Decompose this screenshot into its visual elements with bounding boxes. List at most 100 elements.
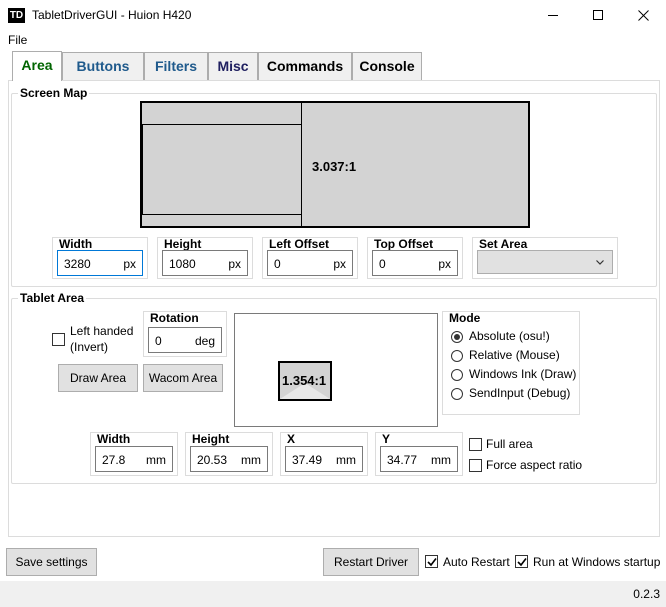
chevron-down-icon xyxy=(596,260,604,265)
screen-width-label: Width xyxy=(59,237,93,251)
tablet-height-unit: mm xyxy=(241,453,261,467)
tablet-x-input[interactable]: 37.49 mm xyxy=(285,446,363,472)
rotation-value: 0 xyxy=(155,334,162,348)
tablet-width-field: Width 27.8 mm xyxy=(90,432,178,476)
mode-title: Mode xyxy=(449,311,481,325)
restart-driver-button[interactable]: Restart Driver xyxy=(323,548,419,576)
save-settings-button[interactable]: Save settings xyxy=(6,548,97,576)
minimize-button[interactable] xyxy=(530,0,576,31)
screen-height-label: Height xyxy=(164,237,202,251)
rotation-input[interactable]: 0 deg xyxy=(148,327,222,353)
rotation-label: Rotation xyxy=(150,311,199,325)
tablet-y-value: 34.77 xyxy=(387,453,418,467)
left-offset-input[interactable]: 0 px xyxy=(267,250,353,276)
rotation-field: Rotation 0 deg xyxy=(143,311,227,357)
tablet-map-ratio: 1.354:1 xyxy=(282,373,327,388)
set-area-label: Set Area xyxy=(479,237,528,251)
tablet-x-field: X 37.49 mm xyxy=(280,432,368,476)
screen-height-value: 1080 xyxy=(169,257,196,271)
tablet-width-label: Width xyxy=(97,432,131,446)
tablet-x-value: 37.49 xyxy=(292,453,323,467)
maximize-button[interactable] xyxy=(575,0,621,31)
tab-filters[interactable]: Filters xyxy=(144,52,208,81)
left-offset-value: 0 xyxy=(274,257,281,271)
tablet-y-field: Y 34.77 mm xyxy=(375,432,463,476)
tablet-map-area[interactable]: 1.354:1 xyxy=(234,313,438,427)
tablet-x-label: X xyxy=(287,432,296,446)
checkmark-icon xyxy=(517,558,527,567)
mode-radio-relative[interactable] xyxy=(451,350,463,362)
left-offset-label: Left Offset xyxy=(269,237,329,251)
tablet-y-input[interactable]: 34.77 mm xyxy=(380,446,458,472)
save-settings-label: Save settings xyxy=(15,555,88,569)
menu-bar: File xyxy=(0,31,666,51)
left-handed-label-line2: (Invert) xyxy=(70,340,109,354)
tablet-map-region: 1.354:1 xyxy=(278,361,332,401)
screen-map-ratio: 3.037:1 xyxy=(312,159,357,174)
tablet-width-unit: mm xyxy=(146,453,166,467)
top-offset-input[interactable]: 0 px xyxy=(372,250,458,276)
top-offset-field: Top Offset 0 px xyxy=(367,237,463,279)
tab-console[interactable]: Console xyxy=(352,52,422,81)
tab-commands[interactable]: Commands xyxy=(258,52,352,81)
mode-group: Mode Absolute (osu!) Relative (Mouse) Wi… xyxy=(442,311,580,415)
tab-misc[interactable]: Misc xyxy=(208,52,258,81)
screen-map-monitor-1 xyxy=(142,124,302,215)
screen-map-monitor-top xyxy=(142,103,302,124)
tab-area[interactable]: Area xyxy=(12,51,62,81)
top-offset-value: 0 xyxy=(379,257,386,271)
left-handed-label-line1: Left handed xyxy=(70,324,134,338)
left-handed-checkbox[interactable] xyxy=(52,333,65,346)
full-area-checkbox[interactable] xyxy=(469,438,482,451)
restart-driver-label: Restart Driver xyxy=(333,555,408,569)
mode-label-sendinput: SendInput (Debug) xyxy=(469,386,571,400)
tablet-y-unit: mm xyxy=(431,453,451,467)
draw-area-label: Draw Area xyxy=(69,371,127,385)
screen-width-input[interactable]: 3280 px xyxy=(57,250,143,276)
maximize-icon xyxy=(593,10,603,20)
tablet-height-field: Height 20.53 mm xyxy=(185,432,273,476)
tablet-y-label: Y xyxy=(382,432,391,446)
mode-label-windows-ink: Windows Ink (Draw) xyxy=(469,367,577,381)
run-at-startup-checkbox[interactable] xyxy=(515,555,528,568)
screen-width-field: Width 3280 px xyxy=(52,237,148,279)
screen-map-title: Screen Map xyxy=(18,86,90,100)
mode-label-absolute: Absolute (osu!) xyxy=(469,329,550,343)
tablet-area-group: Tablet Area Left handed (Invert) Rotatio… xyxy=(11,291,657,484)
run-at-startup-label: Run at Windows startup xyxy=(533,555,661,569)
close-icon xyxy=(638,10,649,21)
tablet-x-unit: mm xyxy=(336,453,356,467)
wacom-area-label: Wacom Area xyxy=(148,371,218,385)
tablet-width-value: 27.8 xyxy=(102,453,126,467)
screen-map-area[interactable]: 3.037:1 xyxy=(140,101,530,228)
rotation-unit: deg xyxy=(194,334,215,348)
auto-restart-label: Auto Restart xyxy=(443,555,510,569)
screen-map-group: Screen Map 3.037:1 Width 3280 px Height … xyxy=(11,86,657,287)
screen-height-unit: px xyxy=(228,257,241,271)
screen-height-field: Height 1080 px xyxy=(157,237,253,279)
tablet-width-input[interactable]: 27.8 mm xyxy=(95,446,173,472)
mode-label-relative: Relative (Mouse) xyxy=(469,348,560,362)
screen-height-input[interactable]: 1080 px xyxy=(162,250,248,276)
set-area-field: Set Area xyxy=(472,237,618,279)
draw-area-button[interactable]: Draw Area xyxy=(58,364,138,392)
mode-radio-windows-ink[interactable] xyxy=(451,369,463,381)
full-area-label: Full area xyxy=(486,437,533,451)
auto-restart-checkbox[interactable] xyxy=(425,555,438,568)
force-aspect-checkbox[interactable] xyxy=(469,459,482,472)
menu-file[interactable]: File xyxy=(8,33,27,47)
screen-width-unit: px xyxy=(123,257,136,271)
left-offset-field: Left Offset 0 px xyxy=(262,237,358,279)
tablet-height-input[interactable]: 20.53 mm xyxy=(190,446,268,472)
tablet-height-label: Height xyxy=(192,432,230,446)
tab-panel-area: Screen Map 3.037:1 Width 3280 px Height … xyxy=(8,80,660,537)
close-button[interactable] xyxy=(620,0,666,31)
mode-radio-sendinput[interactable] xyxy=(451,388,463,400)
tab-buttons[interactable]: Buttons xyxy=(62,52,144,81)
left-offset-unit: px xyxy=(333,257,346,271)
set-area-select[interactable] xyxy=(477,250,613,274)
wacom-area-button[interactable]: Wacom Area xyxy=(143,364,223,392)
tablet-height-value: 20.53 xyxy=(197,453,228,467)
status-bar: 0.2.3 xyxy=(0,581,666,607)
mode-radio-absolute[interactable] xyxy=(451,331,463,343)
